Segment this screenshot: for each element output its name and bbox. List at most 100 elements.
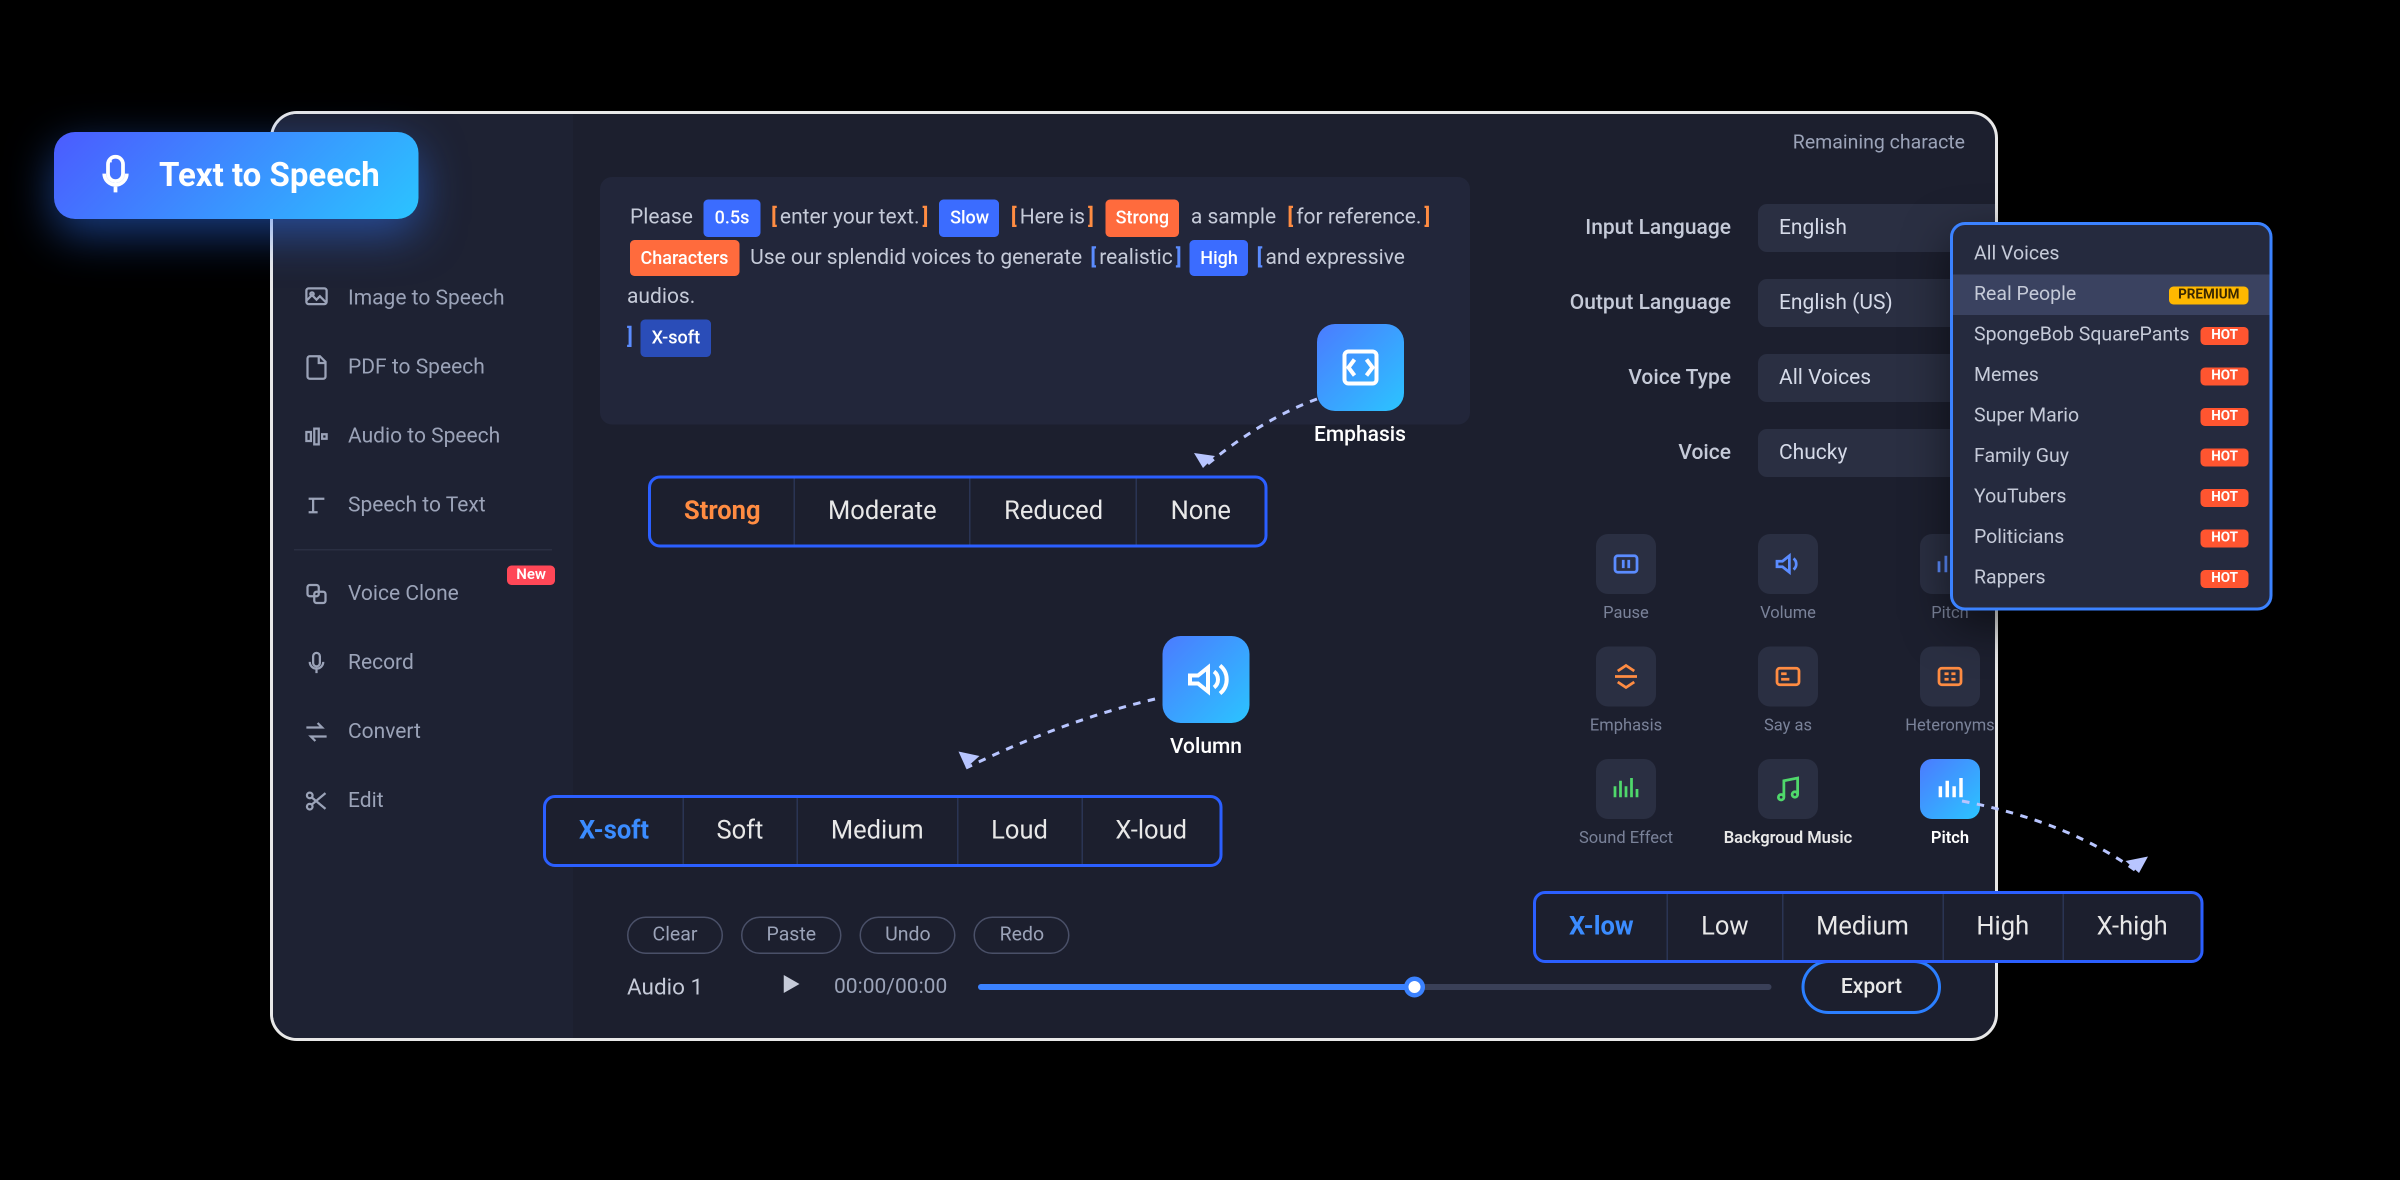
sidebar-item-record[interactable]: Record <box>273 629 573 698</box>
dd-all-voices[interactable]: All Voices <box>1953 234 2270 275</box>
remaining-chars-label: Remaining characte <box>1793 131 1965 154</box>
sidebar-item-image-to-speech[interactable]: Image to Speech <box>273 264 573 333</box>
voice-label: Voice <box>1518 441 1758 465</box>
sidebar-item-convert[interactable]: Convert <box>273 698 573 767</box>
tts-badge: Text to Speech <box>54 132 419 219</box>
opt-strong[interactable]: Strong <box>651 479 795 545</box>
sidebar-label: PDF to Speech <box>348 356 485 380</box>
sidebar-label: Record <box>348 651 414 675</box>
effect-sound-effect[interactable]: Sound Effect <box>1556 760 1697 849</box>
hot-badge: HOT <box>2201 326 2249 344</box>
volume-callout-icon <box>1163 636 1250 723</box>
output-language-label: Output Language <box>1518 291 1758 315</box>
tag-characters[interactable]: Characters <box>630 239 739 276</box>
dd-family-guy[interactable]: Family GuyHOT <box>1953 437 2270 478</box>
hot-badge: HOT <box>2201 488 2249 506</box>
opt-xlow[interactable]: X-low <box>1536 894 1668 960</box>
tag-emphasis[interactable]: Strong <box>1105 200 1179 237</box>
effect-emphasis[interactable]: Emphasis <box>1556 647 1697 736</box>
effect-say-as[interactable]: Say as <box>1718 647 1859 736</box>
opt-low[interactable]: Low <box>1668 894 1783 960</box>
opt-xloud[interactable]: X-loud <box>1082 798 1220 864</box>
mic-icon <box>93 153 138 198</box>
sidebar-item-edit[interactable]: Edit <box>273 767 573 836</box>
dd-spongebob[interactable]: SpongeBob SquarePantsHOT <box>1953 315 2270 356</box>
tag-pause[interactable]: 0.5s <box>704 200 760 237</box>
premium-badge: PREMIUM <box>2169 286 2248 304</box>
sidebar-item-pdf-to-speech[interactable]: PDF to Speech <box>273 333 573 402</box>
tag-pitch[interactable]: High <box>1190 239 1249 276</box>
effect-volume[interactable]: Volume <box>1718 534 1859 623</box>
opt-loud[interactable]: Loud <box>958 798 1082 864</box>
effects-grid: Pause Volume Pitch Emphasis Say as Heter… <box>1556 534 1999 848</box>
sidebar-label: Convert <box>348 720 421 744</box>
scissors-icon <box>303 788 330 815</box>
effect-heteronyms[interactable]: Heteronyms <box>1880 647 1999 736</box>
sidebar-label: Speech to Text <box>348 494 486 518</box>
editor-actions: Clear Paste Undo Redo <box>627 917 1070 955</box>
dd-memes[interactable]: MemesHOT <box>1953 356 2270 397</box>
opt-pmedium[interactable]: Medium <box>1783 894 1943 960</box>
text-icon <box>303 492 330 519</box>
hot-badge: HOT <box>2201 569 2249 587</box>
tag-volume[interactable]: X-soft <box>641 319 711 356</box>
voice-type-label: Voice Type <box>1518 366 1758 390</box>
sidebar-item-voice-clone[interactable]: Voice Clone New <box>273 560 573 629</box>
volume-options: X-soft Soft Medium Loud X-loud <box>543 795 1223 867</box>
opt-medium[interactable]: Medium <box>798 798 958 864</box>
effect-pitch-active[interactable]: Pitch <box>1880 760 1999 849</box>
hot-badge: HOT <box>2201 448 2249 466</box>
divider <box>294 549 552 551</box>
clear-button[interactable]: Clear <box>627 917 723 955</box>
effect-background-music[interactable]: Backgroud Music <box>1718 760 1859 849</box>
opt-high[interactable]: High <box>1943 894 2063 960</box>
sidebar-label: Voice Clone <box>348 582 459 606</box>
voice-type-dropdown[interactable]: All Voices Real PeoplePREMIUM SpongeBob … <box>1950 222 2273 611</box>
redo-button[interactable]: Redo <box>974 917 1069 955</box>
settings-panel: Input Language English Output Language E… <box>1518 204 1998 504</box>
audio-name: Audio 1 <box>627 974 747 1001</box>
sidebar-item-audio-to-speech[interactable]: Audio to Speech <box>273 402 573 471</box>
dd-super-mario[interactable]: Super MarioHOT <box>1953 396 2270 437</box>
undo-button[interactable]: Undo <box>860 917 957 955</box>
emphasis-options: Strong Moderate Reduced None <box>648 476 1267 548</box>
pitch-options: X-low Low Medium High X-high <box>1533 891 2204 963</box>
dd-politicians[interactable]: PoliticiansHOT <box>1953 518 2270 559</box>
convert-icon <box>303 719 330 746</box>
new-badge: New <box>507 566 555 586</box>
volume-callout: Volumn <box>1163 636 1250 759</box>
opt-xhigh[interactable]: X-high <box>2064 894 2201 960</box>
effect-pause[interactable]: Pause <box>1556 534 1697 623</box>
mic-icon <box>303 650 330 677</box>
pdf-icon <box>303 354 330 381</box>
tag-speed[interactable]: Slow <box>940 200 1000 237</box>
sidebar-item-speech-to-text[interactable]: Speech to Text <box>273 471 573 540</box>
seek-slider[interactable] <box>977 984 1772 990</box>
image-icon <box>303 285 330 312</box>
opt-soft[interactable]: Soft <box>683 798 797 864</box>
hot-badge: HOT <box>2201 529 2249 547</box>
hot-badge: HOT <box>2201 407 2249 425</box>
clone-icon <box>303 581 330 608</box>
hot-badge: HOT <box>2201 367 2249 385</box>
opt-reduced[interactable]: Reduced <box>971 479 1137 545</box>
export-button[interactable]: Export <box>1802 960 1941 1014</box>
audio-player: Audio 1 00:00/00:00 Export <box>627 957 1941 1017</box>
dd-real-people[interactable]: Real PeoplePREMIUM <box>1953 275 2270 316</box>
paste-button[interactable]: Paste <box>741 917 842 955</box>
input-language-label: Input Language <box>1518 216 1758 240</box>
sidebar-label: Edit <box>348 789 384 813</box>
emphasis-callout-icon <box>1316 324 1403 411</box>
audio-icon <box>303 423 330 450</box>
dd-rappers[interactable]: RappersHOT <box>1953 558 2270 599</box>
dd-youtubers[interactable]: YouTubersHOT <box>1953 477 2270 518</box>
emphasis-callout: Emphasis <box>1314 324 1406 447</box>
play-button[interactable] <box>777 971 804 1004</box>
opt-xsoft[interactable]: X-soft <box>546 798 683 864</box>
sidebar: Image to Speech PDF to Speech Audio to S… <box>273 114 573 1038</box>
opt-moderate[interactable]: Moderate <box>795 479 971 545</box>
tts-badge-label: Text to Speech <box>159 157 380 195</box>
sidebar-label: Audio to Speech <box>348 425 500 449</box>
opt-none[interactable]: None <box>1138 479 1264 545</box>
time-display: 00:00/00:00 <box>834 975 947 999</box>
